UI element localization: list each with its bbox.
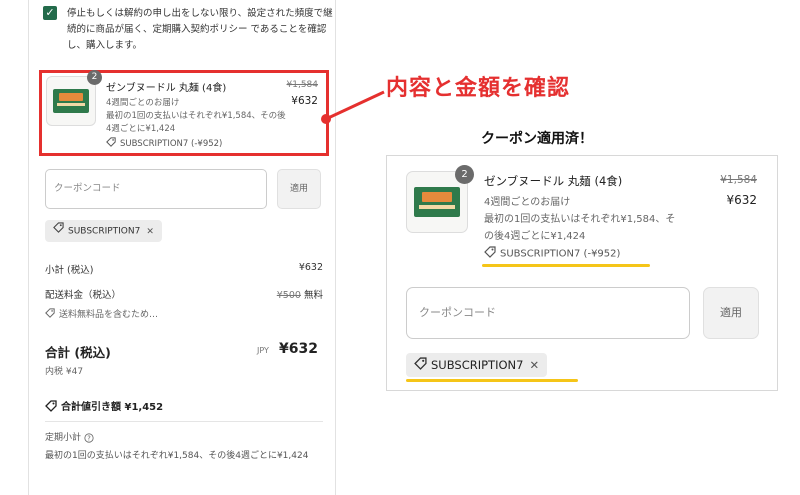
shipping-row: 配送料金（税込） ¥500 無料 — [45, 287, 323, 301]
shipping-note-text: 送料無料品を含むため… — [59, 310, 159, 320]
remove-coupon-icon[interactable]: ✕ — [146, 221, 154, 243]
applied-discount-text: SUBSCRIPTION7 (-¥952) — [500, 248, 621, 260]
quantity-badge: 2 — [87, 70, 102, 85]
total-savings: 合計値引き額 ¥1,452 — [45, 398, 163, 415]
tax-note: 内税 ¥47 — [45, 367, 84, 377]
consent-text: 停止もしくは解約の申し出をしない限り、設定された頻度で継続的に商品が届く、定期購… — [67, 8, 333, 51]
highlight-underline — [482, 264, 650, 267]
product-name: ゼンブヌードル 丸麺 (4食) — [484, 174, 623, 188]
subtotal-row: 小計 (税込) ¥632 — [45, 262, 323, 276]
consent-checkbox[interactable]: ✓ — [43, 6, 57, 20]
applied-discount: SUBSCRIPTION7 (-¥952) — [106, 137, 222, 150]
product-image — [414, 187, 460, 217]
shipping-old-price: ¥500 — [276, 290, 301, 301]
line-price: ¥632 — [291, 95, 318, 107]
shipping-value-group: ¥500 無料 — [277, 287, 323, 301]
applied-discount: SUBSCRIPTION7 (-¥952) — [484, 246, 620, 261]
svg-text:?: ? — [87, 434, 91, 442]
total-value: ¥632 — [279, 341, 318, 357]
checkout-summary-panel: ✓ 停止もしくは解約の申し出をしない限り、設定された頻度で継続的に商品が届く、定… — [28, 0, 336, 495]
applied-coupon-chip: SUBSCRIPTION7 ✕ — [406, 353, 548, 378]
billing-description: 最初の1回の支払いはそれぞれ¥1,584、その後4週ごとに¥1,424 — [106, 111, 286, 134]
total-savings-text: 合計値引き額 ¥1,452 — [61, 402, 164, 413]
shipping-label: 配送料金（税込） — [45, 290, 122, 301]
tag-icon — [45, 399, 57, 415]
shipping-note: 送料無料品を含むため… — [45, 307, 158, 321]
applied-coupon-code: SUBSCRIPTION7 — [68, 226, 141, 237]
subtotal-label: 小計 (税込) — [45, 265, 94, 276]
applied-coupon-chip: SUBSCRIPTION7 ✕ — [45, 220, 162, 242]
product-name: ゼンブヌードル 丸麺 (4食) — [106, 83, 227, 94]
zoomed-item-panel: 2 ゼンブヌードル 丸麺 (4食) ¥1,584 ¥632 4週間ごとのお届け … — [386, 155, 778, 391]
original-price: ¥1,584 — [286, 80, 319, 90]
apply-coupon-button[interactable]: 適用 — [277, 169, 321, 209]
tag-icon — [45, 308, 55, 321]
tag-icon — [484, 246, 496, 261]
applied-discount-text: SUBSCRIPTION7 (-¥952) — [120, 139, 223, 149]
billing-description: 最初の1回の支払いはそれぞれ¥1,584、その後4週ごとに¥1,424 — [484, 214, 676, 242]
remove-coupon-icon[interactable]: ✕ — [529, 353, 539, 377]
coupon-code-input[interactable]: クーポンコード — [406, 287, 690, 339]
tag-icon — [53, 220, 64, 242]
product-thumbnail: 2 — [46, 70, 102, 126]
original-price: ¥1,584 — [720, 174, 757, 186]
product-image — [53, 89, 89, 113]
highlighted-line-item: 2 ゼンブヌードル 丸麺 (4食) ¥1,584 ¥632 4週間ごとのお届け … — [39, 70, 329, 156]
applied-coupon-code: SUBSCRIPTION7 — [431, 358, 524, 372]
annotation-heading: 内容と金額を確認 — [386, 76, 571, 101]
subtotal-value: ¥632 — [298, 262, 323, 273]
quantity-badge: 2 — [455, 165, 474, 184]
tag-icon — [414, 354, 427, 378]
currency-code: JPY — [257, 346, 269, 355]
coupon-code-input[interactable]: クーポンコード — [45, 169, 267, 209]
recurring-subtotal-text: 定期小計 — [45, 433, 82, 443]
line-price: ¥632 — [726, 193, 757, 207]
recurring-subtotal-desc: 最初の1回の支払いはそれぞれ¥1,584、その後4週ごとに¥1,424 — [45, 451, 309, 461]
delivery-frequency: 4週間ごとのお届け — [106, 98, 180, 108]
total-label: 合計 (税込) — [45, 345, 111, 360]
recurring-subtotal-label: 定期小計 ? — [45, 430, 94, 443]
tag-icon — [106, 137, 116, 150]
shipping-value: 無料 — [303, 290, 323, 301]
divider — [45, 421, 323, 422]
highlight-underline — [406, 379, 578, 382]
delivery-frequency: 4週間ごとのお届け — [484, 197, 571, 208]
apply-coupon-button[interactable]: 適用 — [703, 287, 759, 339]
help-icon[interactable]: ? — [84, 432, 94, 443]
annotation-subheading: クーポン適用済！ — [481, 131, 593, 147]
